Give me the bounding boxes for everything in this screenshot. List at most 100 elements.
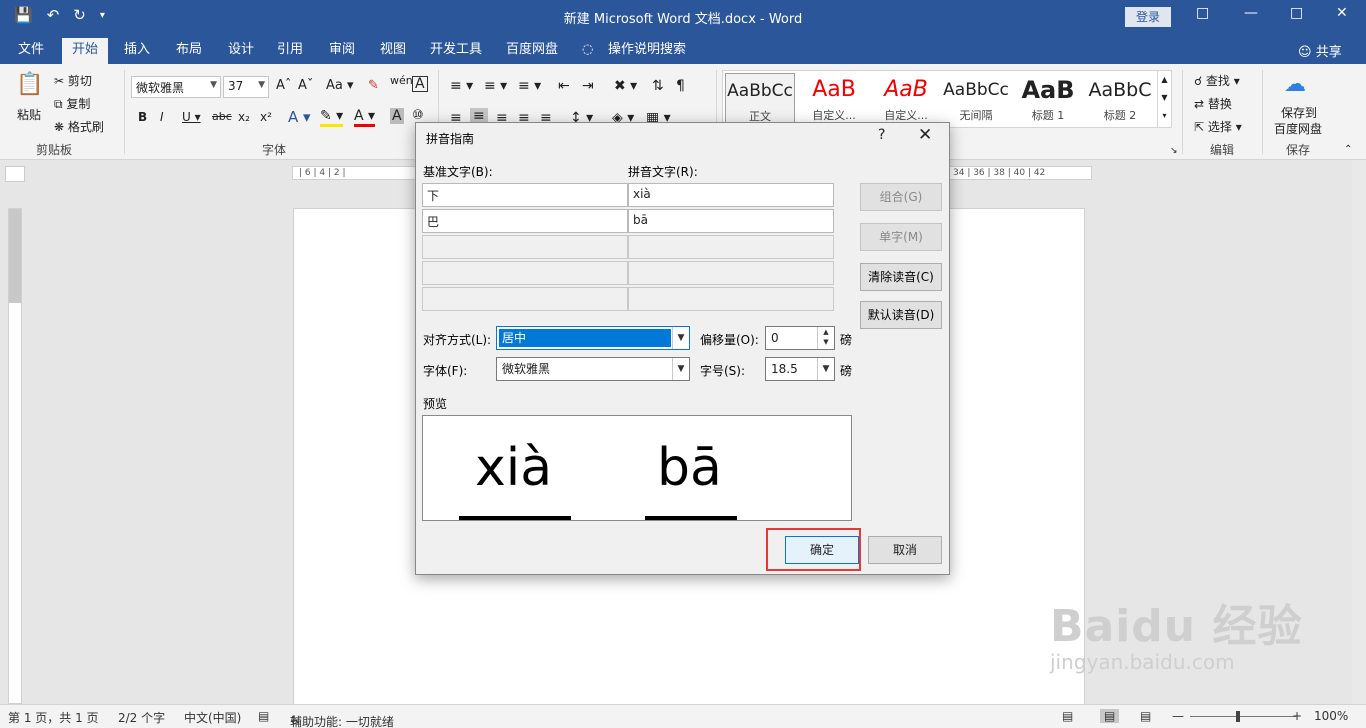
zoom-slider[interactable]: [1190, 716, 1296, 717]
text-effects-icon[interactable]: A ▾: [288, 108, 311, 126]
base-text-cell[interactable]: 下: [422, 183, 628, 207]
save-to-baidu-line1[interactable]: 保存到: [1281, 104, 1317, 121]
alignment-select[interactable]: 居中 ▼: [496, 326, 690, 350]
font-size-combo[interactable]: 37 ▼: [223, 76, 269, 98]
paste-button[interactable]: 粘贴: [17, 106, 41, 123]
paste-icon[interactable]: 📋: [16, 72, 43, 97]
format-painter-button[interactable]: ❋ 格式刷: [54, 118, 104, 135]
tab-design[interactable]: 设计: [218, 38, 264, 64]
enclose-char-icon[interactable]: ⑩: [412, 108, 424, 123]
tab-references[interactable]: 引用: [267, 38, 313, 64]
ruby-text-cell[interactable]: [628, 261, 834, 285]
group-button[interactable]: 组合(G): [860, 183, 942, 211]
vertical-scrollbar[interactable]: [1352, 160, 1366, 704]
multilevel-list-icon[interactable]: ≡ ▾: [518, 78, 541, 94]
tab-selector[interactable]: [5, 166, 25, 182]
grow-font-icon[interactable]: Aˆ: [276, 78, 291, 93]
ok-button[interactable]: 确定: [785, 536, 859, 564]
read-mode-icon[interactable]: ▤: [1062, 709, 1073, 723]
close-icon[interactable]: ✕: [1336, 5, 1348, 21]
italic-icon[interactable]: I: [160, 110, 164, 124]
word-count[interactable]: 2/2 个字: [118, 709, 165, 726]
print-layout-icon[interactable]: ▤: [1100, 709, 1120, 723]
save-to-baidu-line2[interactable]: 百度网盘: [1274, 120, 1322, 137]
char-shading-icon[interactable]: A: [390, 108, 404, 124]
select-button[interactable]: ⇱ 选择 ▾: [1194, 118, 1242, 135]
base-text-cell[interactable]: [422, 261, 628, 285]
tab-developer[interactable]: 开发工具: [420, 38, 492, 64]
vertical-ruler[interactable]: [8, 208, 22, 704]
size-select[interactable]: 18.5 ▼: [765, 357, 835, 381]
maximize-icon[interactable]: □: [1290, 5, 1303, 21]
zoom-slider-thumb[interactable]: [1236, 711, 1240, 722]
clear-format-icon[interactable]: ✎: [368, 78, 379, 93]
style-heading-1[interactable]: AaB 标题 1: [1013, 73, 1083, 127]
tab-file[interactable]: 文件: [8, 38, 54, 64]
styles-dialog-launcher-icon[interactable]: ↘: [1170, 146, 1178, 156]
ribbon-display-icon[interactable]: □: [1196, 5, 1209, 21]
default-reading-button[interactable]: 默认读音(D): [860, 301, 942, 329]
asian-layout-icon[interactable]: ✖ ▾: [614, 78, 637, 94]
copy-button[interactable]: ⧉ 复制: [54, 95, 90, 112]
web-layout-icon[interactable]: ▤: [1140, 709, 1151, 723]
tab-home[interactable]: 开始: [62, 38, 109, 64]
login-button[interactable]: 登录: [1125, 7, 1171, 27]
single-char-button[interactable]: 单字(M): [860, 223, 942, 251]
find-button[interactable]: ☌ 查找 ▾: [1194, 72, 1240, 89]
tab-insert[interactable]: 插入: [114, 38, 160, 64]
strikethrough-icon[interactable]: abc: [212, 110, 232, 123]
language[interactable]: 中文(中国): [184, 709, 241, 726]
decrease-indent-icon[interactable]: ⇤: [558, 78, 570, 94]
ruby-text-cell[interactable]: [628, 235, 834, 259]
help-icon[interactable]: ?: [878, 127, 885, 143]
char-border-icon[interactable]: A: [412, 76, 428, 92]
base-text-cell[interactable]: [422, 287, 628, 311]
bullets-icon[interactable]: ≡ ▾: [450, 78, 473, 94]
style-no-spacing[interactable]: AaBbCc 无间隔: [941, 73, 1011, 127]
change-case-icon[interactable]: Aa ▾: [326, 78, 354, 93]
base-text-cell[interactable]: 巴: [422, 209, 628, 233]
numbering-icon[interactable]: ≡ ▾: [484, 78, 507, 94]
shrink-font-icon[interactable]: Aˇ: [298, 78, 313, 93]
phonetic-guide-icon[interactable]: wén: [390, 74, 413, 87]
base-text-cell[interactable]: [422, 235, 628, 259]
cancel-button[interactable]: 取消: [868, 536, 942, 564]
show-marks-icon[interactable]: ¶: [676, 78, 685, 94]
font-name-combo[interactable]: 微软雅黑 ▼: [131, 76, 221, 98]
share-button[interactable]: ☺ 共享: [1298, 41, 1342, 60]
minimize-icon[interactable]: —: [1244, 5, 1258, 21]
ruby-text-cell[interactable]: xià: [628, 183, 834, 207]
tab-review[interactable]: 审阅: [319, 38, 365, 64]
highlight-icon[interactable]: ✎ ▾: [320, 108, 344, 127]
bold-icon[interactable]: B: [138, 110, 147, 124]
style-custom-2[interactable]: AaB 自定义...: [871, 73, 941, 127]
baidu-netdisk-icon[interactable]: ☁: [1284, 72, 1306, 97]
increase-indent-icon[interactable]: ⇥: [582, 78, 594, 94]
replace-button[interactable]: ⇄ 替换: [1194, 95, 1232, 112]
cut-button[interactable]: ✂ 剪切: [54, 72, 92, 89]
gallery-scroll[interactable]: ▲ ▼ ▾: [1157, 71, 1171, 127]
ruby-text-cell[interactable]: [628, 287, 834, 311]
tab-baidu-netdisk[interactable]: 百度网盘: [496, 38, 568, 64]
style-heading-2[interactable]: AaBbC 标题 2: [1085, 73, 1155, 127]
tab-layout[interactable]: 布局: [166, 38, 212, 64]
subscript-icon[interactable]: x₂: [238, 110, 250, 124]
zoom-in-icon[interactable]: +: [1292, 709, 1302, 723]
zoom-level[interactable]: 100%: [1314, 709, 1348, 723]
macro-icon[interactable]: ▤: [258, 709, 269, 723]
sort-icon[interactable]: ⇅: [652, 78, 664, 94]
spinner-arrows-icon[interactable]: ▲ ▼: [817, 327, 834, 349]
superscript-icon[interactable]: x²: [260, 110, 272, 124]
zoom-out-icon[interactable]: —: [1172, 709, 1184, 723]
font-select[interactable]: 微软雅黑 ▼: [496, 357, 690, 381]
ruby-text-cell[interactable]: bā: [628, 209, 834, 233]
collapse-ribbon-icon[interactable]: ⌃: [1344, 144, 1352, 155]
style-normal[interactable]: AaBbCc 正文: [725, 73, 795, 127]
underline-icon[interactable]: U ▾: [182, 110, 201, 124]
style-custom-1[interactable]: AaB 自定义...: [799, 73, 869, 127]
close-icon[interactable]: ✕: [918, 125, 932, 145]
tell-me-search[interactable]: 操作说明搜索: [598, 38, 696, 64]
font-color-icon[interactable]: A ▾: [354, 108, 376, 127]
offset-spinner[interactable]: 0 ▲ ▼: [765, 326, 835, 350]
tab-view[interactable]: 视图: [370, 38, 416, 64]
